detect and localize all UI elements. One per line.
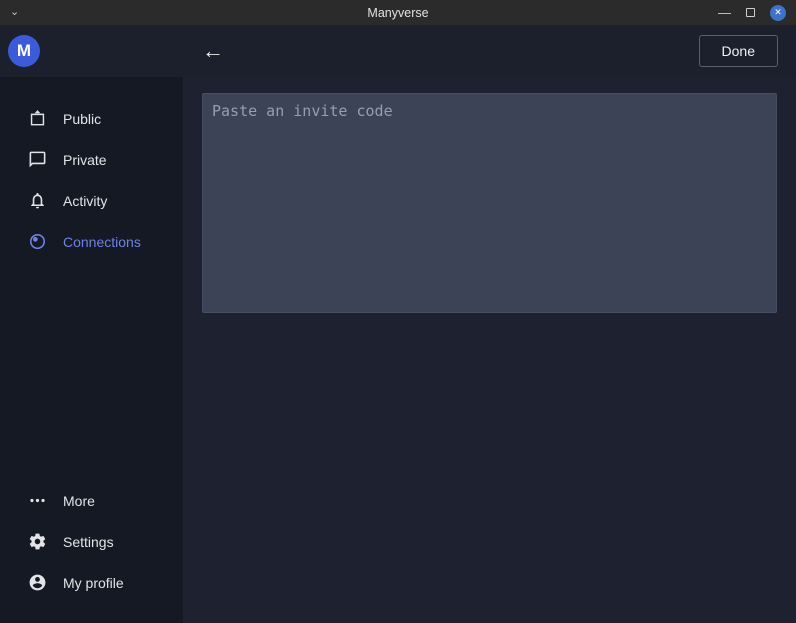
sidebar-item-private[interactable]: Private [0,139,183,180]
sidebar-item-connections[interactable]: Connections [0,221,183,262]
dots-icon [27,491,47,511]
manyverse-window: ⌄ Manyverse — ✕ M ← Done Public [0,0,796,623]
content-area: Public Private Activity [0,77,796,623]
titlebar: ⌄ Manyverse — ✕ [0,0,796,25]
sidebar-spacer [0,262,183,480]
sidebar-item-label: My profile [63,575,124,591]
sidebar-item-label: Settings [63,534,114,550]
swarm-icon [27,232,47,252]
bell-icon [27,191,47,211]
sidebar-item-more[interactable]: More [0,480,183,521]
message-bubble-icon [27,150,47,170]
restore-button[interactable] [746,8,755,17]
done-button[interactable]: Done [699,35,778,67]
sidebar-item-settings[interactable]: Settings [0,521,183,562]
sidebar-item-label: More [63,493,95,509]
sidebar-item-label: Public [63,111,101,127]
minimize-button[interactable]: — [718,6,731,19]
sidebar-item-activity[interactable]: Activity [0,180,183,221]
main-content [183,77,796,623]
sidebar: Public Private Activity [0,77,183,623]
logo-area: M [0,35,183,67]
sidebar-item-label: Activity [63,193,107,209]
app-header: M ← Done [0,25,796,77]
gear-icon [27,532,47,552]
profile-icon [27,573,47,593]
window-title: Manyverse [0,6,796,20]
app-logo: M [8,35,40,67]
back-button[interactable]: ← [202,40,224,62]
invite-code-input[interactable] [202,93,777,313]
sidebar-item-public[interactable]: Public [0,98,183,139]
bulletin-board-icon [27,109,47,129]
titlebar-menu-chevron[interactable]: ⌄ [10,7,19,18]
close-button[interactable]: ✕ [770,5,786,21]
sidebar-item-my-profile[interactable]: My profile [0,562,183,603]
sidebar-item-label: Private [63,152,107,168]
sidebar-item-label: Connections [63,234,141,250]
window-controls: — ✕ [718,5,796,21]
